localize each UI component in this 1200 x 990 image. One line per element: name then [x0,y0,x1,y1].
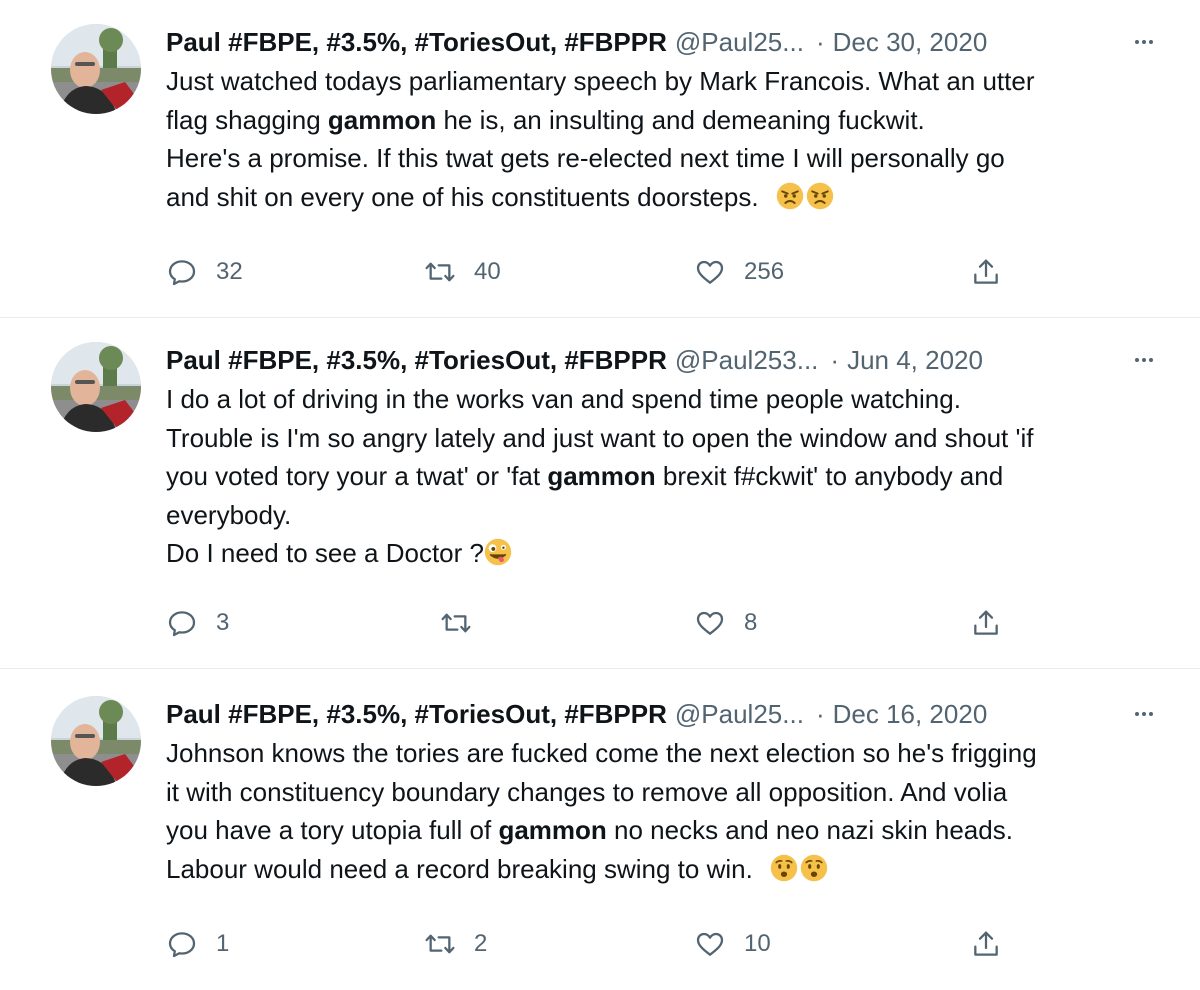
user-handle[interactable]: @Paul253... [675,340,818,380]
avatar[interactable] [51,342,141,432]
zany-face-icon [484,538,512,566]
heart-icon [696,611,724,635]
tweet[interactable]: Paul #FBPE, #3.5%, #ToriesOut, #FBPPR @P… [0,0,1200,318]
retweet-button[interactable]: 2 [424,924,487,964]
heart-icon [696,260,724,284]
tweet-text-line: and shit on every one of his constituent… [166,178,1166,217]
reply-button[interactable]: 1 [166,924,229,964]
tweet-text: Just watched todays parliamentary speech… [166,62,1166,216]
reply-icon [168,260,196,286]
more-options-button[interactable] [1124,340,1164,380]
reply-button[interactable]: 32 [166,252,243,292]
reply-count: 1 [216,930,230,957]
retweet-icon [441,613,471,633]
tweet-date[interactable]: Dec 30, 2020 [833,22,988,62]
like-count: 256 [744,258,785,285]
retweet-button[interactable]: 40 [424,252,501,292]
tweet-text-line: everybody. [166,499,292,530]
display-name[interactable]: Paul #FBPE, #3.5%, #ToriesOut, #FBPPR [166,694,667,734]
highlighted-term: gammon [547,461,656,491]
avatar[interactable] [51,24,141,114]
tweet-header: Paul #FBPE, #3.5%, #ToriesOut, #FBPPR @P… [166,340,1166,380]
highlighted-term: gammon [327,104,437,135]
share-button[interactable] [970,252,1002,292]
tweet-content: Paul #FBPE, #3.5%, #ToriesOut, #FBPPR @P… [166,340,1166,573]
retweet-icon [425,934,455,954]
reply-count: 3 [216,609,230,636]
tweet-text-line: Johnson knows the tories are fucked come… [166,738,1037,768]
like-button[interactable]: 8 [694,603,757,643]
more-options-button[interactable] [1124,694,1164,734]
more-icon [1135,712,1153,716]
separator-dot: · [815,27,825,57]
tweet-header: Paul #FBPE, #3.5%, #ToriesOut, #FBPPR @P… [166,694,1166,734]
more-options-button[interactable] [1124,22,1164,62]
tweet-text-line: you have a tory utopia full of gammon no… [166,815,1013,845]
tweet-date[interactable]: Dec 16, 2020 [833,694,988,734]
tweet-text-line: flag shagging gammon he is, an insulting… [166,104,925,135]
tweet-actions: 3 8 [166,603,1016,643]
avatar[interactable] [51,696,141,786]
share-icon [974,610,998,635]
retweet-count: 40 [474,258,501,285]
reply-button[interactable]: 3 [166,603,229,643]
share-button[interactable] [970,603,1002,643]
tweet-text: Johnson knows the tories are fucked come… [166,734,1166,888]
tweet-content: Paul #FBPE, #3.5%, #ToriesOut, #FBPPR @P… [166,694,1166,888]
tweet-text-line: Labour would need a record breaking swin… [166,850,1166,889]
heart-icon [696,932,724,956]
separator-dot: · [815,699,825,729]
share-icon [974,259,998,284]
tweet-text: I do a lot of driving in the works van a… [166,380,1166,573]
reply-icon [168,611,196,637]
like-count: 8 [744,609,758,636]
display-name[interactable]: Paul #FBPE, #3.5%, #ToriesOut, #FBPPR [166,340,667,380]
display-name[interactable]: Paul #FBPE, #3.5%, #ToriesOut, #FBPPR [166,22,667,62]
share-button[interactable] [970,924,1002,964]
tweet-text-line: you voted tory your a twat' or 'fat gamm… [166,461,1004,491]
tweet[interactable]: Paul #FBPE, #3.5%, #ToriesOut, #FBPPR @P… [0,318,1200,669]
hushed-worried-face-icon [800,854,828,881]
share-icon [974,931,998,956]
tweet-text-line: Trouble is I'm so angry lately and just … [166,422,1034,453]
hushed-worried-face-icon [770,854,798,881]
tweet-text-line: Here's a promise. If this twat gets re-e… [166,143,1005,173]
angry-face-icon [806,182,834,209]
user-handle[interactable]: @Paul25... [675,22,804,62]
separator-dot: · [830,345,840,375]
highlighted-term: gammon [498,815,607,845]
like-count: 10 [744,930,771,957]
tweet-content: Paul #FBPE, #3.5%, #ToriesOut, #FBPPR @P… [166,22,1166,216]
tweet-text-line: I do a lot of driving in the works van a… [166,384,961,414]
more-icon [1135,358,1153,362]
tweet-text-line: Just watched todays parliamentary speech… [166,66,1035,96]
tweet[interactable]: Paul #FBPE, #3.5%, #ToriesOut, #FBPPR @P… [0,669,1200,990]
reply-count: 32 [216,258,243,285]
retweet-count: 2 [474,930,488,957]
reply-icon [168,932,196,958]
more-icon [1135,40,1153,44]
retweet-icon [425,262,455,282]
angry-face-icon [776,182,804,209]
tweet-actions: 1 2 10 [166,924,1016,964]
tweet-actions: 32 40 256 [166,252,1016,292]
like-button[interactable]: 10 [694,924,771,964]
tweet-feed: Paul #FBPE, #3.5%, #ToriesOut, #FBPPR @P… [0,0,1200,990]
user-handle[interactable]: @Paul25... [675,694,804,734]
tweet-text-line: Do I need to see a Doctor ? [166,534,1166,573]
like-button[interactable]: 256 [694,252,784,292]
tweet-header: Paul #FBPE, #3.5%, #ToriesOut, #FBPPR @P… [166,22,1166,62]
tweet-date[interactable]: Jun 4, 2020 [847,340,983,380]
retweet-button[interactable] [440,603,490,643]
tweet-text-line: it with constituency boundary changes to… [166,776,1008,807]
